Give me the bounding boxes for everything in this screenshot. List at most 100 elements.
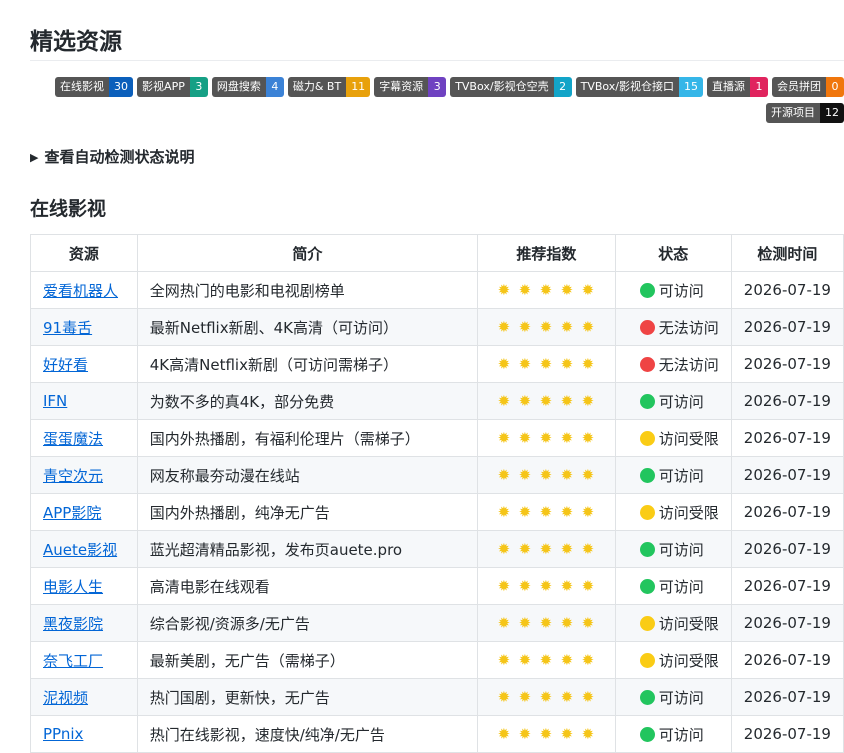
category-badges: 在线影视 30 影视APP 3 网盘搜索 4 磁力& BT 11 字幕资源 3 TVBox/影视仓空… [0, 77, 844, 123]
status-dot-icon [639, 356, 655, 372]
sun-icon: ✹ [539, 503, 554, 521]
resource-link[interactable]: Auete影视 [43, 541, 117, 559]
category-badge-count: 1 [750, 77, 768, 97]
check-date: 2026-07-19 [730, 271, 844, 309]
status-cell: 可访问 [614, 530, 732, 568]
column-header-rating: 推荐指数 [477, 234, 616, 272]
status-text: 访问受限 [658, 614, 719, 633]
resource-link[interactable]: 电影人生 [43, 578, 103, 596]
resource-link[interactable]: 奈飞工厂 [43, 652, 103, 670]
category-badge[interactable]: 网盘搜索 4 [211, 77, 284, 97]
status-text: 可访问 [658, 688, 704, 707]
resource-table: 资源 简介 推荐指数 状态 检测时间 爱看机器人 全网热门的电影和电视剧榜单 ✹ ✹ ✹… [30, 234, 844, 753]
status-text: 访问受限 [658, 429, 719, 448]
sun-icon: ✹ [539, 429, 554, 447]
check-date: 2026-07-19 [730, 493, 844, 531]
sun-icon: ✹ [539, 392, 554, 410]
status-cell: 可访问 [614, 382, 732, 420]
status-explanation-toggle[interactable]: ▶ 查看自动检测状态说明 [30, 146, 194, 167]
check-date: 2026-07-19 [730, 678, 844, 716]
category-badge-label: TVBox/影视仓空壳 [450, 77, 554, 97]
resource-link[interactable]: IFN [43, 392, 67, 410]
resource-link[interactable]: 泥视频 [43, 689, 88, 707]
page-title: 精选资源 [30, 29, 122, 55]
check-date: 2026-07-19 [730, 456, 844, 494]
resource-cell: PPnix [30, 715, 138, 753]
resource-cell: 91毒舌 [30, 308, 138, 346]
status-cell: 可访问 [614, 715, 732, 753]
category-badge[interactable]: 磁力& BT 11 [287, 77, 371, 97]
resource-link[interactable]: 黑夜影院 [43, 615, 103, 633]
resource-cell: 爱看机器人 [30, 271, 138, 309]
category-badge[interactable]: 会员拼团 0 [772, 77, 844, 97]
category-badge-label: 影视APP [137, 77, 190, 97]
status-dot-icon [639, 578, 655, 594]
rating-cell: ✹ ✹ ✹ ✹ ✹ [477, 530, 616, 568]
resource-link[interactable]: APP影院 [43, 504, 101, 522]
sun-icon: ✹ [581, 466, 596, 484]
check-date: 2026-07-19 [730, 715, 844, 753]
category-badge[interactable]: TVBox/影视仓空壳 2 [450, 77, 572, 97]
status-dot-icon [639, 393, 655, 409]
check-date: 2026-07-19 [730, 308, 844, 346]
resource-link[interactable]: 91毒舌 [43, 319, 92, 337]
status-text: 无法访问 [658, 355, 719, 374]
sun-icon: ✹ [560, 466, 575, 484]
status-cell: 访问受限 [614, 419, 732, 457]
sun-icon: ✹ [518, 503, 533, 521]
resource-link[interactable]: 好好看 [43, 356, 88, 374]
resource-cell: APP影院 [30, 493, 138, 531]
resource-description: 最新Netflix新剧、4K高清（可访问） [136, 308, 479, 346]
sun-icon: ✹ [560, 614, 575, 632]
status-dot-icon [639, 615, 655, 631]
status-cell: 可访问 [614, 567, 732, 605]
resource-link[interactable]: 蛋蛋魔法 [43, 430, 103, 448]
rating-cell: ✹ ✹ ✹ ✹ ✹ [477, 641, 616, 679]
resource-description: 高清电影在线观看 [136, 567, 479, 605]
status-dot-icon [639, 467, 655, 483]
status-cell: 访问受限 [614, 604, 732, 642]
resource-link[interactable]: 爱看机器人 [43, 282, 118, 300]
sun-icon: ✹ [560, 392, 575, 410]
category-badge-label: 直播源 [707, 77, 750, 97]
category-badge-label: 开源项目 [766, 103, 820, 123]
status-dot-icon [639, 282, 655, 298]
resource-link[interactable]: 青空次元 [43, 467, 103, 485]
sun-icon: ✹ [518, 725, 533, 743]
check-date: 2026-07-19 [730, 345, 844, 383]
category-badge[interactable]: 在线影视 30 [55, 77, 134, 97]
rating-cell: ✹ ✹ ✹ ✹ ✹ [477, 308, 616, 346]
sun-icon: ✹ [581, 540, 596, 558]
check-date: 2026-07-19 [730, 530, 844, 568]
resource-link[interactable]: PPnix [43, 725, 83, 743]
sun-icon: ✹ [518, 614, 533, 632]
resource-cell: 青空次元 [30, 456, 138, 494]
table-row: APP影院 国内外热播剧，纯净无广告 ✹ ✹ ✹ ✹ ✹ 访问受限 2026-07-19 [30, 493, 844, 531]
status-text: 可访问 [658, 725, 704, 744]
table-row: 好好看 4K高清Netflix新剧（可访问需梯子） ✹ ✹ ✹ ✹ ✹ 无法访问 2026-07… [30, 345, 844, 383]
table-row: 青空次元 网友称最夯动漫在线站 ✹ ✹ ✹ ✹ ✹ 可访问 2026-07-19 [30, 456, 844, 494]
category-badge[interactable]: 直播源 1 [707, 77, 768, 97]
sun-icon: ✹ [560, 503, 575, 521]
sun-icon: ✹ [497, 577, 512, 595]
sun-icon: ✹ [581, 281, 596, 299]
status-dot-icon [639, 504, 655, 520]
category-badge[interactable]: 字幕资源 3 [374, 77, 447, 97]
column-header-status: 状态 [614, 234, 732, 272]
category-badge-count: 30 [109, 77, 134, 97]
resource-description: 为数不多的真4K，部分免费 [136, 382, 479, 420]
sun-icon: ✹ [581, 355, 596, 373]
resource-cell: 泥视频 [30, 678, 138, 716]
resource-cell: 蛋蛋魔法 [30, 419, 138, 457]
sun-icon: ✹ [518, 466, 533, 484]
sun-icon: ✹ [497, 392, 512, 410]
category-badge[interactable]: TVBox/影视仓接口 15 [575, 77, 703, 97]
sun-icon: ✹ [560, 688, 575, 706]
sun-icon: ✹ [497, 355, 512, 373]
category-badge[interactable]: 开源项目 12 [766, 103, 844, 123]
category-badge-label: TVBox/影视仓接口 [575, 77, 679, 97]
category-badge[interactable]: 影视APP 3 [137, 77, 208, 97]
sun-icon: ✹ [518, 355, 533, 373]
sun-icon: ✹ [539, 577, 554, 595]
resource-description: 最新美剧，无广告（需梯子） [136, 641, 479, 679]
